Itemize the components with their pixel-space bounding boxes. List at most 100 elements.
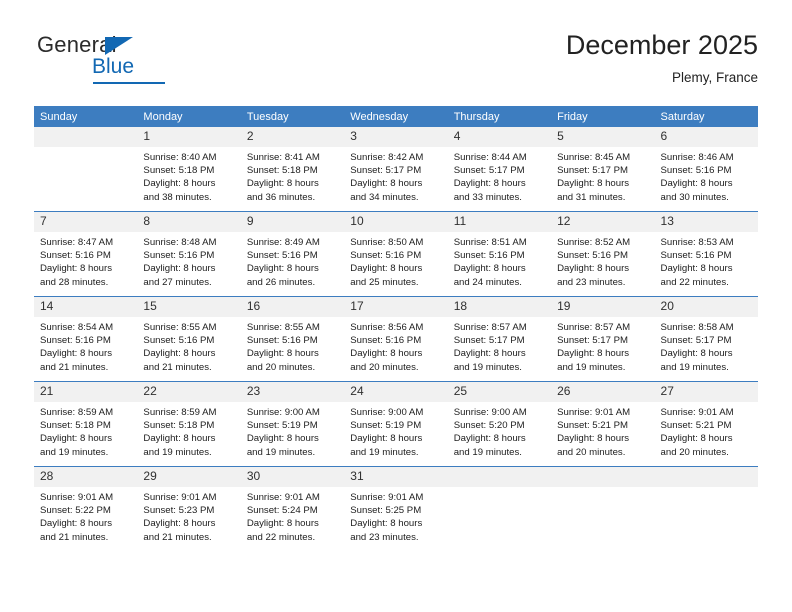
daylight-text-line2: and 36 minutes. (246, 191, 316, 203)
sunrise-text: Sunrise: 9:01 AM (246, 492, 320, 503)
day-number: 21 (34, 382, 138, 402)
brand-logo[interactable]: General Blue (34, 28, 254, 88)
calendar-day-cell[interactable]: 23 Sunrise: 9:00 AM Sunset: 5:19 PM Dayligh… (240, 381, 345, 467)
calendar-day-cell[interactable]: 13 Sunrise: 8:53 AM Sunset: 5:16 PM Dayligh… (654, 211, 758, 297)
calendar-day-cell[interactable]: 7 Sunrise: 8:47 AM Sunset: 5:16 PM Daylight… (34, 211, 138, 297)
day-details: Sunrise: 9:01 AM Sunset: 5:21 PM Daylight:… (551, 402, 654, 459)
day-number: 7 (34, 212, 138, 232)
calendar-day-cell[interactable]: 8 Sunrise: 8:48 AM Sunset: 5:16 PM Daylight… (137, 211, 241, 297)
day-number: 6 (654, 127, 758, 147)
daylight-text-line1: Daylight: 8 hours (246, 178, 319, 190)
calendar-day-cell-empty (551, 466, 655, 551)
calendar-day-cell[interactable]: 10 Sunrise: 8:50 AM Sunset: 5:16 PM Dayligh… (344, 211, 448, 297)
calendar-day-cell[interactable]: 17 Sunrise: 8:56 AM Sunset: 5:16 PM Dayligh… (344, 296, 448, 382)
daylight-text-line1: Daylight: 8 hours (143, 178, 216, 190)
calendar-day-cell[interactable]: 18 Sunrise: 8:57 AM Sunset: 5:17 PM Dayligh… (447, 296, 552, 382)
day-details: Sunrise: 9:01 AM Sunset: 5:21 PM Daylight:… (655, 402, 758, 459)
calendar-day-cell[interactable]: 2 Sunrise: 8:41 AM Sunset: 5:18 PM Daylight… (240, 127, 345, 212)
calendar-page: General Blue December 2025 Plemy, France… (0, 0, 792, 612)
daylight-text-line1: Daylight: 8 hours (143, 433, 216, 445)
day-number (654, 467, 758, 487)
calendar-week-row: 28 Sunrise: 9:01 AM Sunset: 5:22 PM Dayligh… (34, 466, 758, 551)
daylight-text-line2: and 21 minutes. (143, 361, 212, 373)
day-number: 22 (137, 382, 241, 402)
weekday-header-friday: Friday (551, 106, 655, 127)
sunrise-text: Sunrise: 8:46 AM (660, 152, 734, 163)
daylight-text-line2: and 19 minutes. (40, 446, 109, 458)
sunrise-text: Sunrise: 8:41 AM (246, 152, 320, 163)
calendar-day-cell[interactable]: 28 Sunrise: 9:01 AM Sunset: 5:22 PM Dayligh… (34, 466, 138, 551)
calendar-day-cell[interactable]: 15 Sunrise: 8:55 AM Sunset: 5:16 PM Dayligh… (137, 296, 241, 382)
day-number (551, 467, 655, 487)
calendar-day-cell[interactable]: 31 Sunrise: 9:01 AM Sunset: 5:25 PM Dayligh… (344, 466, 448, 551)
daylight-text-line2: and 23 minutes. (557, 276, 626, 288)
day-details: Sunrise: 8:56 AM Sunset: 5:16 PM Daylight:… (344, 317, 447, 374)
calendar-day-cell[interactable]: 19 Sunrise: 8:57 AM Sunset: 5:17 PM Dayligh… (551, 296, 655, 382)
calendar-day-cell[interactable]: 30 Sunrise: 9:01 AM Sunset: 5:24 PM Dayligh… (240, 466, 345, 551)
calendar-body: 1 Sunrise: 8:40 AM Sunset: 5:18 PM Daylight… (34, 127, 758, 551)
calendar-week-row: 1 Sunrise: 8:40 AM Sunset: 5:18 PM Daylight… (34, 127, 758, 212)
calendar-day-cell[interactable]: 24 Sunrise: 9:00 AM Sunset: 5:19 PM Dayligh… (344, 381, 448, 467)
daylight-text-line1: Daylight: 8 hours (453, 433, 526, 445)
sunrise-text: Sunrise: 8:57 AM (453, 322, 527, 333)
day-number (34, 127, 138, 147)
sunset-text: Sunset: 5:16 PM (40, 250, 111, 262)
daylight-text-line2: and 33 minutes. (453, 191, 522, 203)
sunrise-text: Sunrise: 8:51 AM (453, 237, 527, 248)
day-number: 23 (240, 382, 345, 402)
calendar-day-cell[interactable]: 26 Sunrise: 9:01 AM Sunset: 5:21 PM Dayligh… (551, 381, 655, 467)
day-details: Sunrise: 8:59 AM Sunset: 5:18 PM Daylight:… (137, 402, 240, 459)
sunset-text: Sunset: 5:16 PM (143, 250, 215, 262)
day-number: 19 (551, 297, 655, 317)
calendar-day-cell[interactable]: 9 Sunrise: 8:49 AM Sunset: 5:16 PM Daylight… (240, 211, 345, 297)
sunrise-text: Sunrise: 8:50 AM (350, 237, 424, 248)
daylight-text-line2: and 28 minutes. (40, 276, 109, 288)
daylight-text-line2: and 24 minutes. (453, 276, 522, 288)
calendar-day-cell[interactable]: 12 Sunrise: 8:52 AM Sunset: 5:16 PM Dayligh… (551, 211, 655, 297)
day-number: 20 (654, 297, 758, 317)
calendar-day-cell[interactable]: 4 Sunrise: 8:44 AM Sunset: 5:17 PM Daylight… (447, 127, 552, 212)
daylight-text-line1: Daylight: 8 hours (557, 433, 630, 445)
daylight-text-line2: and 19 minutes. (246, 446, 316, 458)
daylight-text-line2: and 23 minutes. (350, 531, 419, 543)
day-details: Sunrise: 9:00 AM Sunset: 5:20 PM Daylight:… (448, 402, 551, 459)
day-details: Sunrise: 8:48 AM Sunset: 5:16 PM Daylight:… (137, 232, 240, 289)
sunrise-text: Sunrise: 9:01 AM (350, 492, 424, 503)
day-details: Sunrise: 9:01 AM Sunset: 5:23 PM Daylight:… (137, 487, 240, 544)
calendar-day-cell[interactable]: 6 Sunrise: 8:46 AM Sunset: 5:16 PM Daylight… (654, 127, 758, 212)
daylight-text-line1: Daylight: 8 hours (660, 178, 733, 190)
day-details: Sunrise: 8:57 AM Sunset: 5:17 PM Daylight:… (551, 317, 654, 374)
triangle-logo-icon (105, 37, 133, 55)
day-number: 17 (344, 297, 448, 317)
calendar-day-cell[interactable]: 29 Sunrise: 9:01 AM Sunset: 5:23 PM Dayligh… (137, 466, 241, 551)
calendar-day-cell[interactable]: 22 Sunrise: 8:59 AM Sunset: 5:18 PM Dayligh… (137, 381, 241, 467)
calendar-day-cell[interactable]: 20 Sunrise: 8:58 AM Sunset: 5:17 PM Dayligh… (654, 296, 758, 382)
sunset-text: Sunset: 5:16 PM (557, 250, 629, 262)
calendar-day-cell[interactable]: 3 Sunrise: 8:42 AM Sunset: 5:17 PM Daylight… (344, 127, 448, 212)
daylight-text-line1: Daylight: 8 hours (557, 178, 630, 190)
sunrise-text: Sunrise: 9:01 AM (557, 407, 631, 418)
sunrise-text: Sunrise: 9:01 AM (143, 492, 217, 503)
sunrise-text: Sunrise: 8:54 AM (40, 322, 114, 333)
daylight-text-line1: Daylight: 8 hours (660, 433, 733, 445)
sunset-text: Sunset: 5:16 PM (246, 250, 318, 262)
calendar-day-cell[interactable]: 1 Sunrise: 8:40 AM Sunset: 5:18 PM Daylight… (137, 127, 241, 212)
calendar-day-cell[interactable]: 5 Sunrise: 8:45 AM Sunset: 5:17 PM Daylight… (551, 127, 655, 212)
calendar-day-cell[interactable]: 21 Sunrise: 8:59 AM Sunset: 5:18 PM Dayligh… (34, 381, 138, 467)
calendar-day-cell[interactable]: 14 Sunrise: 8:54 AM Sunset: 5:16 PM Dayligh… (34, 296, 138, 382)
daylight-text-line2: and 19 minutes. (350, 446, 419, 458)
calendar-day-cell[interactable]: 25 Sunrise: 9:00 AM Sunset: 5:20 PM Dayligh… (447, 381, 552, 467)
daylight-text-line1: Daylight: 8 hours (350, 518, 423, 530)
sunset-text: Sunset: 5:16 PM (246, 335, 318, 347)
daylight-text-line2: and 19 minutes. (660, 361, 729, 373)
daylight-text-line1: Daylight: 8 hours (246, 348, 319, 360)
sunset-text: Sunset: 5:17 PM (557, 165, 629, 177)
calendar-day-cell[interactable]: 27 Sunrise: 9:01 AM Sunset: 5:21 PM Dayligh… (654, 381, 758, 467)
calendar-day-cell[interactable]: 11 Sunrise: 8:51 AM Sunset: 5:16 PM Dayligh… (447, 211, 552, 297)
day-number: 26 (551, 382, 655, 402)
day-details: Sunrise: 9:00 AM Sunset: 5:19 PM Daylight:… (344, 402, 447, 459)
daylight-text-line1: Daylight: 8 hours (40, 433, 112, 445)
calendar-day-cell[interactable]: 16 Sunrise: 8:55 AM Sunset: 5:16 PM Dayligh… (240, 296, 345, 382)
day-details: Sunrise: 8:49 AM Sunset: 5:16 PM Daylight:… (241, 232, 344, 289)
daylight-text-line1: Daylight: 8 hours (143, 348, 216, 360)
